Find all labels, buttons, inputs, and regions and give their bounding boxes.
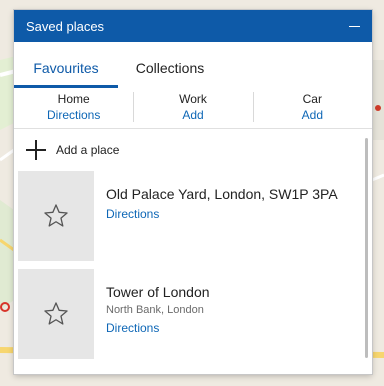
- quick-places: Home Directions Work Add Car Add: [14, 88, 372, 129]
- place-title: Old Palace Yard, London, SW1P 3PA: [106, 186, 338, 202]
- place-thumbnail: [18, 171, 94, 261]
- list-item[interactable]: Old Palace Yard, London, SW1P 3PA Direct…: [18, 171, 372, 261]
- star-icon: [44, 302, 68, 325]
- quick-place-name: Work: [179, 92, 207, 106]
- directions-link[interactable]: Directions: [106, 207, 338, 221]
- car-add-link[interactable]: Add: [253, 107, 372, 123]
- minimize-button[interactable]: [346, 18, 362, 34]
- place-thumbnail: [18, 269, 94, 359]
- place-title: Tower of London: [106, 284, 210, 300]
- panel-title: Saved places: [26, 18, 105, 34]
- directions-link[interactable]: Directions: [106, 321, 210, 335]
- quick-place-work: Work Add: [133, 88, 252, 128]
- quick-place-name: Home: [57, 92, 90, 106]
- tab-collections[interactable]: Collections: [118, 60, 222, 88]
- add-place-button[interactable]: Add a place: [14, 129, 372, 171]
- saved-places-panel: Saved places Favourites Collections Home…: [14, 10, 372, 374]
- quick-place-name: Car: [302, 92, 322, 106]
- list-item[interactable]: Tower of London North Bank, London Direc…: [18, 269, 372, 359]
- places-list: Old Palace Yard, London, SW1P 3PA Direct…: [14, 171, 372, 359]
- star-icon: [44, 204, 68, 227]
- panel-titlebar: Saved places: [14, 10, 372, 42]
- minimize-icon: [348, 25, 360, 27]
- quick-place-car: Car Add: [252, 88, 372, 128]
- tab-bar: Favourites Collections: [14, 42, 372, 88]
- scrollbar[interactable]: [365, 138, 368, 358]
- place-info: Tower of London North Bank, London Direc…: [94, 269, 210, 359]
- add-place-label: Add a place: [56, 143, 120, 157]
- place-subtitle: North Bank, London: [106, 304, 204, 316]
- work-add-link[interactable]: Add: [133, 107, 252, 123]
- plus-icon: [26, 140, 46, 160]
- place-info: Old Palace Yard, London, SW1P 3PA Direct…: [94, 171, 338, 261]
- tab-favourites[interactable]: Favourites: [14, 60, 118, 88]
- home-directions-link[interactable]: Directions: [14, 107, 133, 123]
- quick-place-home: Home Directions: [14, 88, 133, 128]
